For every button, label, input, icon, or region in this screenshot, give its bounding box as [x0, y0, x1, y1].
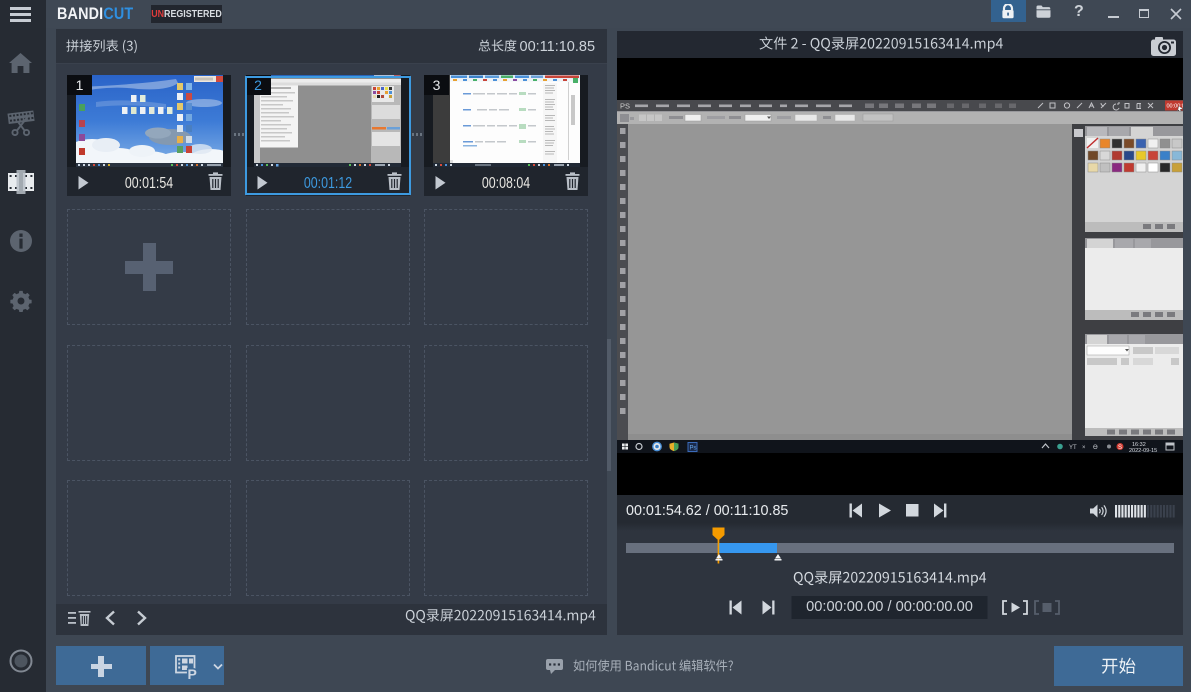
svg-text:×: × [1082, 445, 1086, 451]
svg-text:ϴ: ϴ [1093, 445, 1098, 451]
svg-text:P: P [188, 666, 197, 681]
svg-text:PS: PS [620, 102, 630, 111]
svg-text:2022-09-15: 2022-09-15 [1129, 448, 1157, 453]
svg-text:S: S [1118, 445, 1122, 451]
svg-text:Ps: Ps [690, 446, 697, 452]
svg-text:YT: YT [1069, 445, 1077, 451]
